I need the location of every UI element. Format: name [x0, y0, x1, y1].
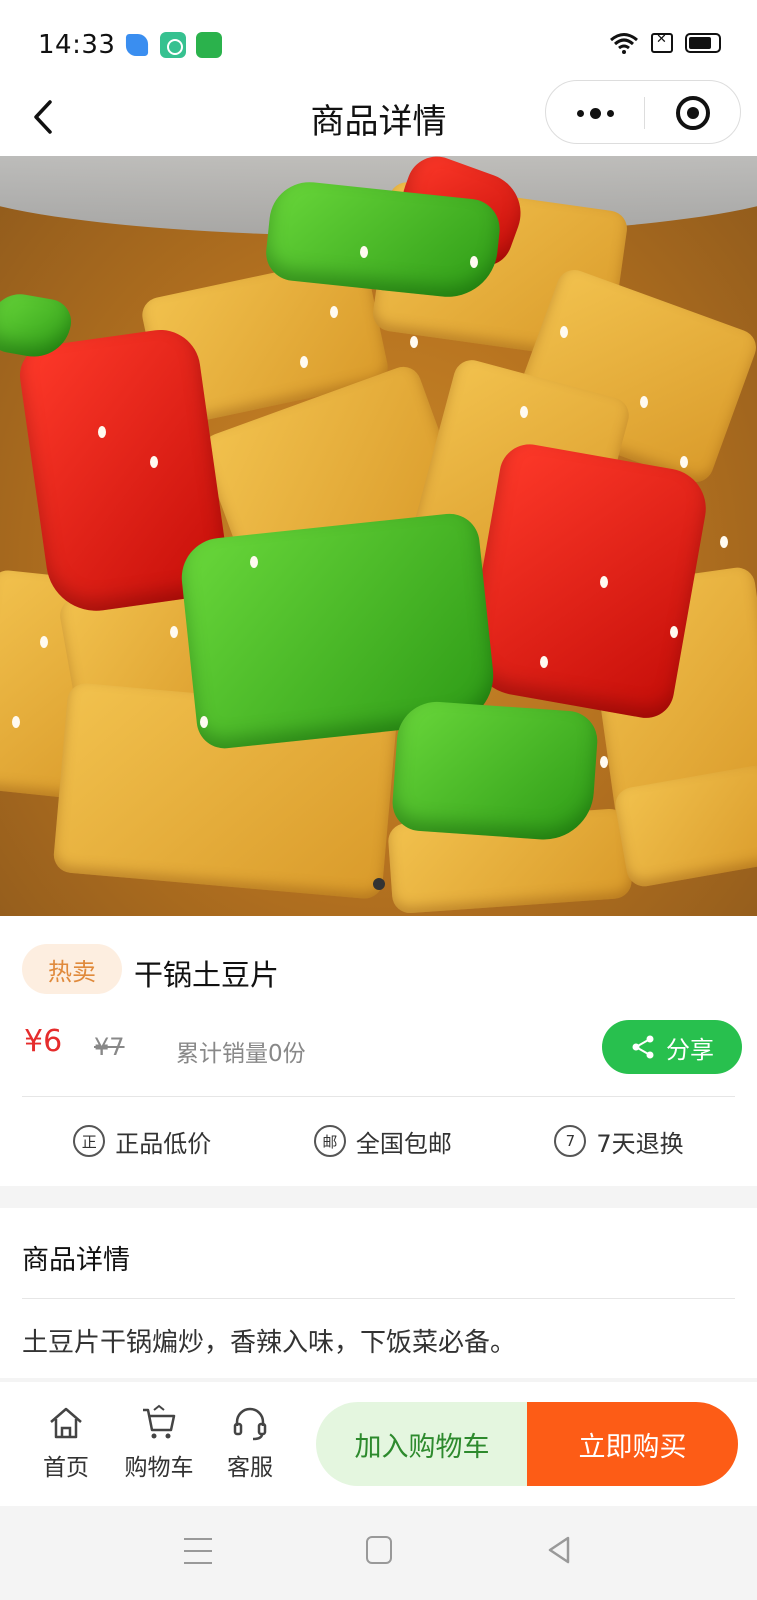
wifi-icon	[610, 33, 638, 54]
share-icon	[632, 1035, 654, 1059]
carousel-indicator	[373, 878, 385, 890]
status-time: 14:33	[38, 30, 116, 60]
back-triangle-icon[interactable]	[544, 1534, 574, 1566]
home-square-icon[interactable]	[366, 1536, 392, 1564]
return-icon: 7	[554, 1125, 587, 1157]
add-to-cart-button[interactable]: 加入购物车	[316, 1402, 528, 1486]
close-miniprogram-icon[interactable]	[644, 81, 742, 145]
shipping-icon: 邮	[313, 1125, 346, 1157]
guarantee-list: 正 正品低价 邮 全国包邮 7 7天退换	[22, 1106, 735, 1176]
cart-icon	[143, 1404, 176, 1439]
customer-service-button[interactable]: 客服	[210, 1404, 290, 1484]
divider	[22, 1096, 735, 1097]
divider	[22, 1298, 735, 1299]
guarantee-returns: 7 7天退换	[554, 1124, 684, 1159]
buy-now-button[interactable]: 立即购买	[527, 1402, 738, 1486]
guarantee-label: 7天退换	[596, 1129, 684, 1158]
app-notification-icon	[160, 32, 186, 58]
price-row: ¥6 ¥7 累计销量0份 分享	[22, 1020, 742, 1080]
service-label: 客服	[227, 1455, 273, 1481]
no-sim-icon	[651, 32, 673, 53]
guarantee-label: 正品低价	[115, 1129, 212, 1158]
product-info-card: 热卖 干锅土豆片 ¥6 ¥7 累计销量0份 分享 正 正品低价 邮 全国包邮 7…	[0, 916, 757, 1186]
guarantee-free-shipping: 邮 全国包邮	[313, 1124, 452, 1159]
more-options-icon[interactable]	[546, 81, 644, 145]
detail-description: 土豆片干锅煸炒，香辣入味，下饭菜必备。	[22, 1328, 517, 1358]
home-button[interactable]: 首页	[26, 1404, 106, 1484]
app-notification-icon	[196, 32, 222, 58]
guarantee-label: 全国包邮	[355, 1129, 452, 1158]
system-nav-bar	[0, 1506, 757, 1600]
authentic-icon: 正	[73, 1125, 106, 1157]
home-icon	[50, 1407, 82, 1439]
menu-icon[interactable]	[184, 1538, 212, 1564]
status-bar: 14:33	[0, 0, 757, 78]
hot-sale-badge: 热卖	[22, 944, 122, 994]
current-price: ¥6	[24, 1024, 63, 1059]
cart-button[interactable]: 购物车	[114, 1404, 204, 1484]
app-notification-icon	[125, 33, 149, 57]
share-label: 分享	[666, 1035, 714, 1064]
bottom-action-bar: 首页 购物车 客服 加入购物车 立即购买	[0, 1382, 757, 1506]
headset-icon	[233, 1407, 267, 1441]
detail-section: 商品详情 土豆片干锅煸炒，香辣入味，下饭菜必备。	[0, 1208, 757, 1378]
original-price: ¥7	[94, 1033, 125, 1061]
cart-label: 购物车	[124, 1455, 194, 1481]
home-label: 首页	[43, 1455, 89, 1481]
detail-title: 商品详情	[22, 1245, 130, 1276]
miniprogram-capsule	[545, 80, 741, 144]
product-image[interactable]	[0, 156, 757, 916]
battery-icon	[685, 33, 721, 53]
share-button[interactable]: 分享	[602, 1020, 742, 1074]
product-name: 干锅土豆片	[134, 958, 280, 992]
nav-bar: 商品详情	[0, 78, 757, 156]
sales-count: 累计销量0份	[176, 1041, 306, 1067]
guarantee-authentic: 正 正品低价	[73, 1124, 211, 1159]
